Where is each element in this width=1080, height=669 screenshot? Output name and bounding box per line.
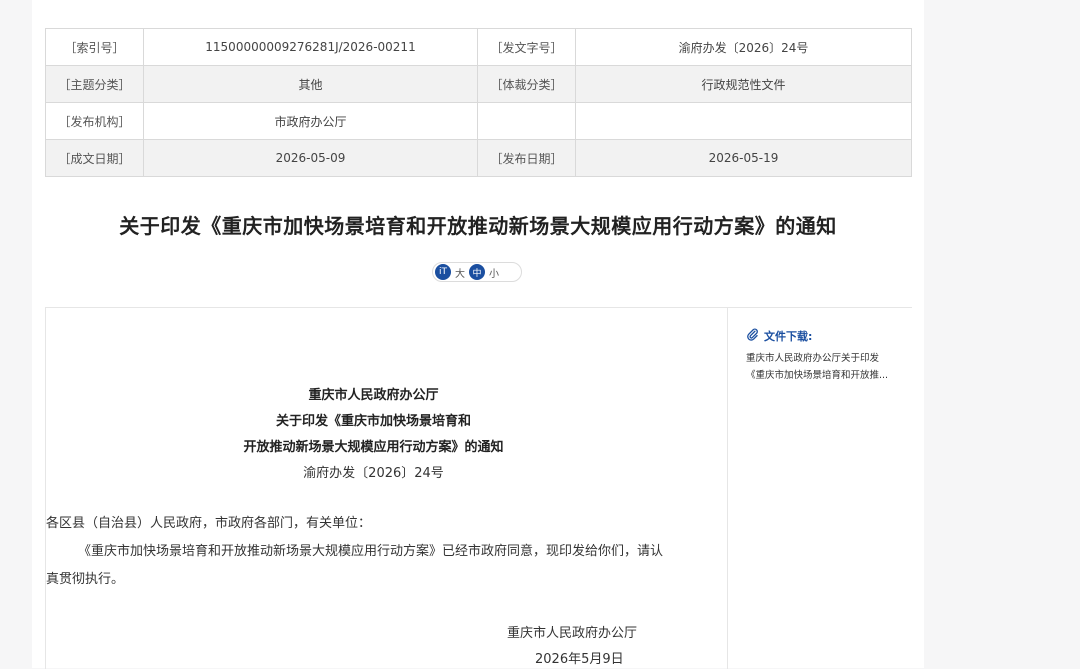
metadata-row: ［成文日期］ 2026-05-09 ［发布日期］ 2026-05-19 — [45, 139, 912, 177]
document-heading-line2: 开放推动新场景大规模应用行动方案》的通知 — [243, 440, 504, 455]
document-header: 重庆市人民政府办公厅 关于印发《重庆市加快场景培育和 开放推动新场景大规模应用行… — [46, 383, 701, 487]
index-number-value: 11500000009276281J/2026-00211 — [143, 28, 478, 66]
download-title: 文件下载: — [764, 330, 813, 343]
download-file-link[interactable]: 重庆市人民政府办公厅关于印发 《重庆市加快场景培育和开放推... — [746, 350, 908, 384]
issuing-office: 重庆市人民政府办公厅 — [308, 388, 439, 403]
published-date-label: ［发布日期］ — [477, 139, 576, 177]
body-paragraph-line1: 《重庆市加快场景培育和开放推动新场景大规模应用行动方案》已经市政府同意，现印发给… — [78, 544, 664, 559]
download-heading: 文件下载: — [746, 328, 912, 344]
empty-cell — [477, 102, 576, 140]
published-date-value: 2026-05-19 — [575, 139, 912, 177]
issuing-agency-value: 市政府办公厅 — [143, 102, 478, 140]
empty-cell — [575, 102, 912, 140]
topic-category-value: 其他 — [143, 65, 478, 103]
download-link-line1: 重庆市人民政府办公厅关于印发 — [746, 353, 880, 364]
document-number-label: ［发文字号］ — [477, 28, 576, 66]
metadata-row: ［发布机构］ 市政府办公厅 — [45, 102, 912, 140]
body-paragraph-line2: 真贯彻执行。 — [46, 572, 125, 587]
genre-category-value: 行政规范性文件 — [575, 65, 912, 103]
download-link-line2: 《重庆市加快场景培育和开放推... — [746, 370, 889, 381]
article-body: 重庆市人民政府办公厅 关于印发《重庆市加快场景培育和 开放推动新场景大规模应用行… — [46, 308, 728, 669]
download-panel: 文件下载: 重庆市人民政府办公厅关于印发 《重庆市加快场景培育和开放推... — [746, 328, 912, 384]
font-size-icon: iT — [435, 264, 451, 280]
written-date-label: ［成文日期］ — [45, 139, 144, 177]
content-area: 重庆市人民政府办公厅 关于印发《重庆市加快场景培育和 开放推动新场景大规模应用行… — [45, 307, 912, 669]
metadata-row: ［索引号］ 11500000009276281J/2026-00211 ［发文字… — [45, 28, 912, 66]
document-number: 渝府办发〔2026〕24号 — [303, 466, 444, 481]
issuing-agency-label: ［发布机构］ — [45, 102, 144, 140]
topic-category-label: ［主题分类］ — [45, 65, 144, 103]
document-heading-line1: 关于印发《重庆市加快场景培育和 — [275, 414, 471, 429]
document-number-value: 渝府办发〔2026〕24号 — [575, 28, 912, 66]
font-size-switcher: iT 大 中 小 — [432, 262, 522, 282]
index-number-label: ［索引号］ — [45, 28, 144, 66]
written-date-value: 2026-05-09 — [143, 139, 478, 177]
signature: 重庆市人民政府办公厅 — [507, 626, 638, 641]
genre-category-label: ［体裁分类］ — [477, 65, 576, 103]
signature-date: 2026年5月9日 — [535, 652, 624, 667]
font-size-medium-button[interactable]: 中 — [469, 264, 485, 280]
document-metadata-table: ［索引号］ 11500000009276281J/2026-00211 ［发文字… — [45, 28, 912, 177]
salutation: 各区县（自治县）人民政府，市政府各部门，有关单位： — [46, 516, 372, 531]
font-size-large-button[interactable]: 大 — [451, 265, 469, 280]
paperclip-icon — [746, 328, 759, 344]
font-size-small-button[interactable]: 小 — [485, 265, 503, 280]
page-title: 关于印发《重庆市加快场景培育和开放推动新场景大规模应用行动方案》的通知 — [119, 214, 837, 238]
metadata-row: ［主题分类］ 其他 ［体裁分类］ 行政规范性文件 — [45, 65, 912, 103]
